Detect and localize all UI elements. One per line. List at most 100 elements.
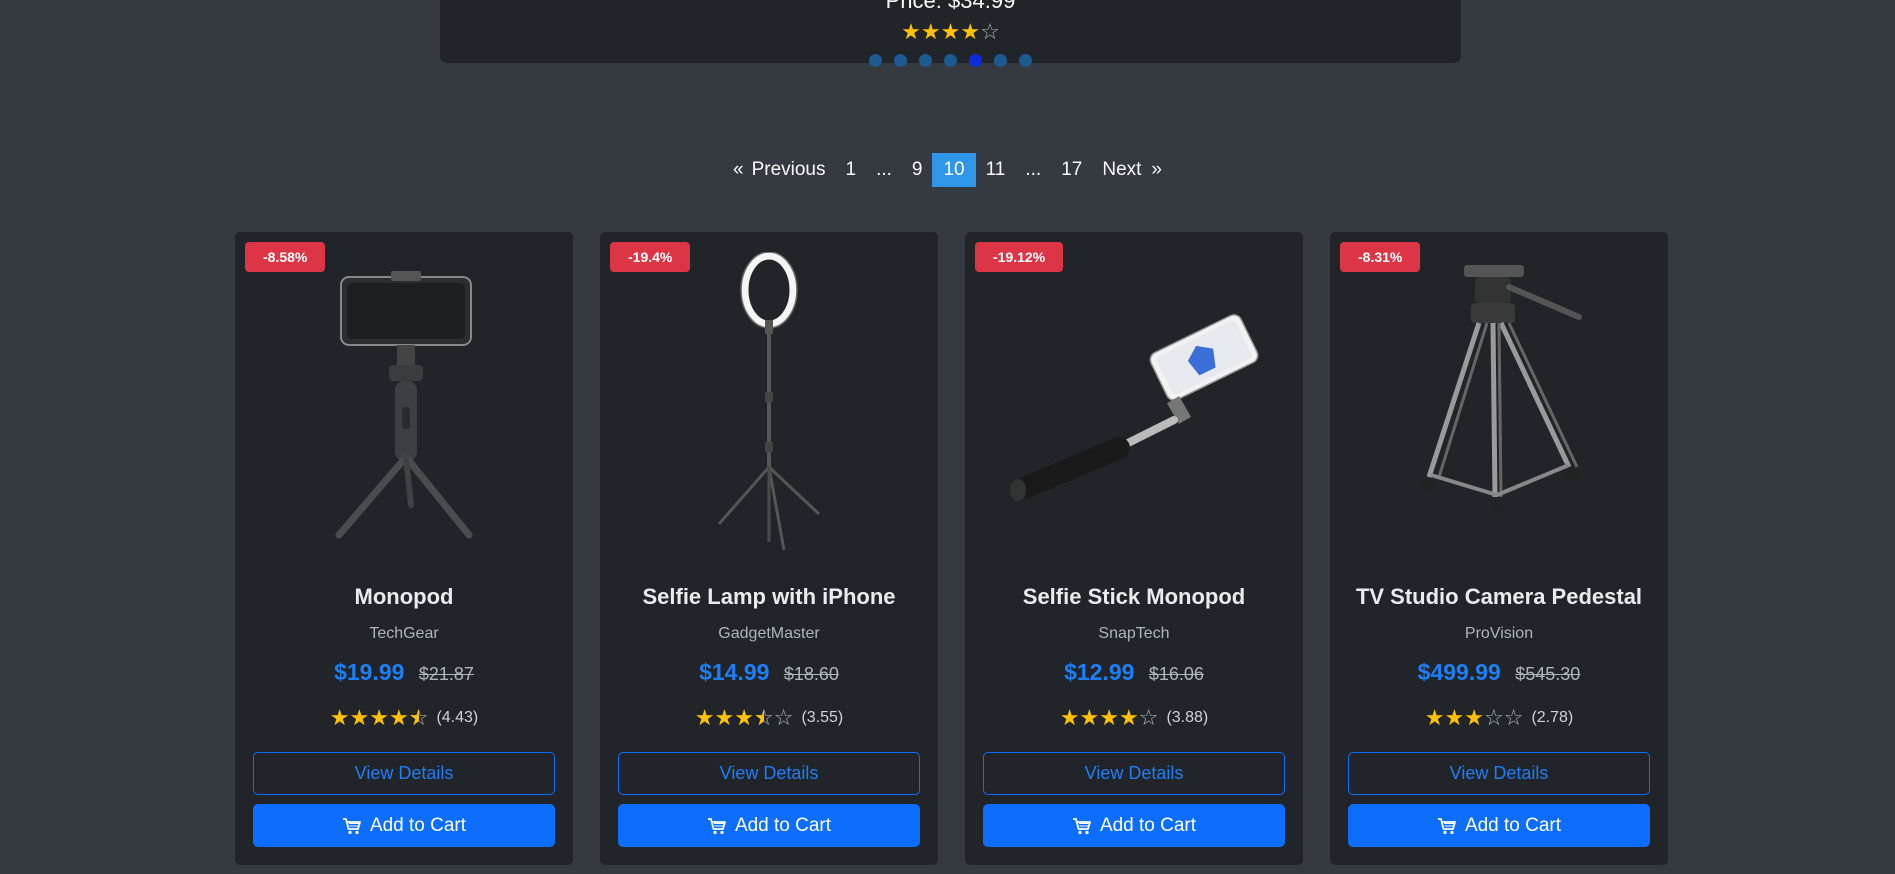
tripod-phone-mount-icon <box>335 271 473 539</box>
product-name[interactable]: Selfie Stick Monopod <box>965 584 1303 610</box>
carousel-dot[interactable] <box>969 54 982 67</box>
view-details-button[interactable]: View Details <box>1348 752 1650 795</box>
page-ellipsis: ... <box>876 159 892 180</box>
pagination: «Previous 1... 9 10 11... 17 Next» <box>0 153 1895 187</box>
rating-stars: ★★★☆☆ <box>694 705 794 731</box>
page-next[interactable]: Next <box>1092 153 1141 187</box>
cart-icon <box>707 817 726 834</box>
product-name[interactable]: Monopod <box>235 584 573 610</box>
add-to-cart-button[interactable]: Add to Cart <box>618 804 920 847</box>
rating-stars: ★★★★☆ <box>329 705 429 731</box>
add-to-cart-button[interactable]: Add to Cart <box>983 804 1285 847</box>
rating-value: (3.88) <box>1166 709 1209 726</box>
star-empty-icon: ☆ <box>1138 705 1159 730</box>
page-1[interactable]: 1 <box>835 153 866 187</box>
page-last-arrow[interactable]: » <box>1141 153 1172 187</box>
star-full-icon: ★ <box>960 19 981 44</box>
featured-carousel: Price: $34.99 ★★★★☆ <box>440 0 1461 67</box>
product-price: $19.99 <box>334 659 405 685</box>
carousel-price: Price: $34.99 <box>885 0 1016 13</box>
product-image[interactable] <box>965 252 1303 552</box>
ring-light-stand-icon <box>717 252 821 551</box>
product-grid: -8.58% Monopod TechGear $19.99 $21.87 ★★… <box>235 232 1668 865</box>
star-full-icon: ★ <box>349 705 370 730</box>
product-name[interactable]: Selfie Lamp with iPhone <box>600 584 938 610</box>
carousel-indicators <box>440 54 1461 67</box>
product-brand: ProVision <box>1464 625 1534 642</box>
original-price: $545.30 <box>1515 664 1581 684</box>
page-11[interactable]: 11 <box>976 153 1016 187</box>
star-full-icon: ★ <box>1424 705 1445 730</box>
price-row: $19.99 $21.87 <box>235 659 573 686</box>
carousel-dot[interactable] <box>894 54 907 67</box>
carousel-dot[interactable] <box>944 54 957 67</box>
page-previous[interactable]: Previous <box>744 153 836 187</box>
add-to-cart-button[interactable]: Add to Cart <box>1348 804 1650 847</box>
view-details-button[interactable]: View Details <box>618 752 920 795</box>
original-price: $18.60 <box>783 664 839 684</box>
product-brand: TechGear <box>369 625 439 642</box>
cart-icon <box>1437 817 1456 834</box>
rating-stars: ★★★★☆ <box>1060 705 1159 730</box>
star-full-icon: ★ <box>940 19 961 44</box>
page-ellipsis: ... <box>1025 159 1042 180</box>
rating-value: (2.78) <box>1531 709 1574 726</box>
product-brand: SnapTech <box>1098 625 1170 642</box>
original-price: $21.87 <box>418 664 474 684</box>
carousel-dot[interactable] <box>869 54 882 67</box>
product-name[interactable]: TV Studio Camera Pedestal <box>1330 584 1668 610</box>
star-empty-icon: ☆ <box>980 19 1000 44</box>
price-row: $14.99 $18.60 <box>600 659 938 686</box>
star-full-icon: ★ <box>1079 705 1100 730</box>
carousel-rating: ★★★★☆ <box>440 19 1461 45</box>
star-full-icon: ★ <box>388 705 409 730</box>
selfie-stick-icon <box>1010 314 1259 501</box>
carousel-dot[interactable] <box>1019 54 1032 67</box>
product-image[interactable] <box>600 252 938 552</box>
star-full-icon: ★ <box>1444 705 1465 730</box>
add-to-cart-label: Add to Cart <box>734 814 832 836</box>
star-full-icon: ★ <box>1118 705 1139 730</box>
product-rating: ★★★☆☆ (2.78) <box>1330 706 1668 730</box>
view-details-button[interactable]: View Details <box>253 752 555 795</box>
star-full-icon: ★ <box>920 19 941 44</box>
star-full-icon: ★ <box>901 19 921 44</box>
star-full-icon: ★ <box>734 705 754 730</box>
add-to-cart-label: Add to Cart <box>1099 814 1197 836</box>
price-row: $499.99 $545.30 <box>1330 659 1668 686</box>
add-to-cart-label: Add to Cart <box>369 814 467 836</box>
star-full-icon: ★ <box>1059 705 1080 730</box>
page-9[interactable]: 9 <box>902 153 933 187</box>
original-price: $16.06 <box>1148 664 1204 684</box>
price-row: $12.99 $16.06 <box>965 659 1303 686</box>
product-card: -19.12% Selfie Stick Monopod SnapTech $1… <box>965 232 1303 865</box>
cart-icon <box>1072 817 1091 834</box>
rating-value: (4.43) <box>436 709 479 726</box>
star-half-icon: ☆ <box>754 706 774 731</box>
add-to-cart-button[interactable]: Add to Cart <box>253 804 555 847</box>
product-rating: ★★★★☆ (3.88) <box>965 706 1303 730</box>
product-rating: ★★★☆☆(3.55) <box>600 705 938 731</box>
page-10[interactable]: 10 <box>932 153 976 187</box>
star-full-icon: ★ <box>694 705 715 730</box>
star-full-icon: ★ <box>329 705 350 730</box>
rating-value: (3.55) <box>801 709 844 726</box>
page-first-arrow[interactable]: « <box>723 153 744 187</box>
carousel-dot[interactable] <box>994 54 1007 67</box>
product-price: $12.99 <box>1064 659 1135 685</box>
page-17[interactable]: 17 <box>1051 153 1092 187</box>
product-image[interactable] <box>1330 252 1668 552</box>
star-full-icon: ★ <box>1099 705 1119 730</box>
star-empty-icon: ☆ <box>1483 705 1504 730</box>
product-card: -8.31% TV Studio Camera Pedestal ProVisi… <box>1330 232 1668 865</box>
carousel-dot[interactable] <box>919 54 932 67</box>
camera-tripod-icon <box>1420 265 1582 516</box>
add-to-cart-label: Add to Cart <box>1464 814 1562 836</box>
star-half-icon: ☆ <box>409 706 429 731</box>
cart-icon <box>342 817 361 834</box>
product-image[interactable] <box>235 252 573 552</box>
product-rating: ★★★★☆ (4.43) <box>235 705 573 731</box>
view-details-button[interactable]: View Details <box>983 752 1285 795</box>
product-card: -19.4% Selfie Lamp with iPhone GadgetMas… <box>600 232 938 865</box>
product-brand: GadgetMaster <box>718 625 820 642</box>
